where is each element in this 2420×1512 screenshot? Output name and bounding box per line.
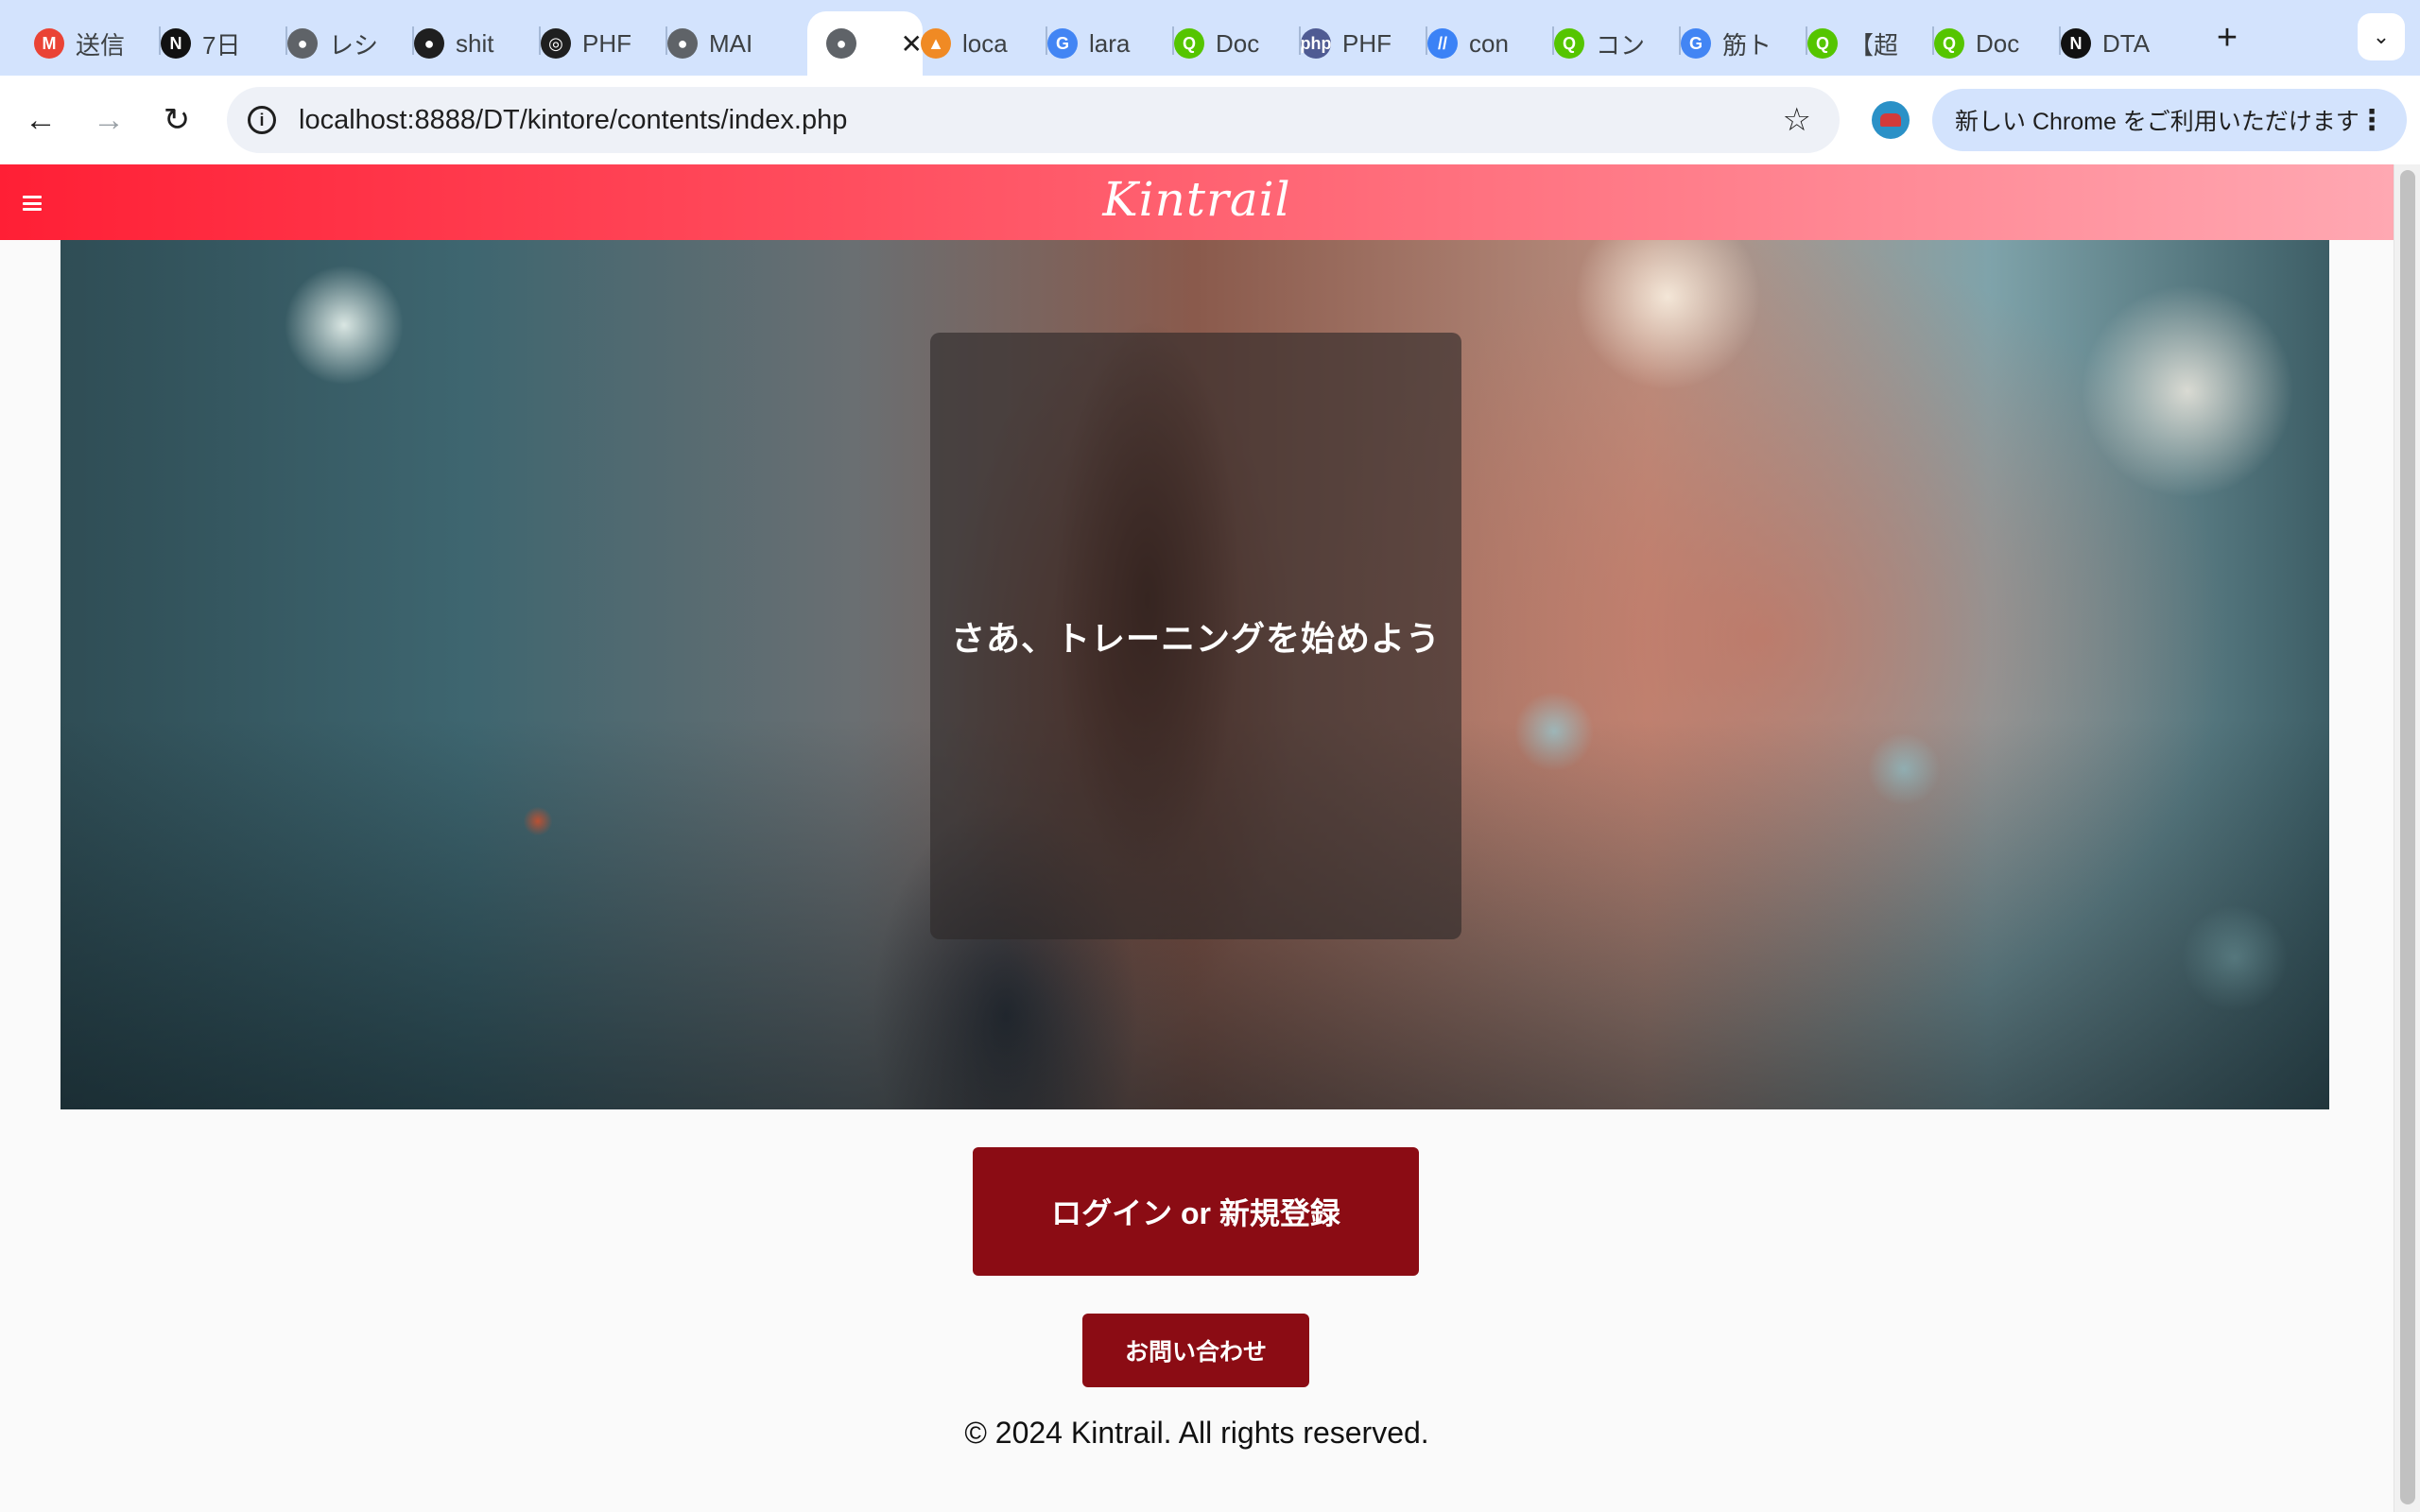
contact-button[interactable]: お問い合わせ xyxy=(1082,1314,1309,1387)
phpmyadmin-icon: ▲ xyxy=(921,28,951,59)
qiita-icon: Q xyxy=(1807,28,1838,59)
tab-title: Doc xyxy=(1216,28,1260,58)
tab-title: con xyxy=(1469,28,1509,58)
login-register-button[interactable]: ログイン or 新規登録 xyxy=(973,1147,1419,1276)
tab-title: レシ xyxy=(329,30,378,60)
qiita-icon: Q xyxy=(1934,28,1964,59)
browser-tab[interactable]: N DTA xyxy=(2042,11,2152,76)
chrome-update-button[interactable]: 新しい Chrome をご利用いただけます ⋮ xyxy=(1932,89,2407,151)
tab-title: PHF xyxy=(582,28,631,58)
profile-avatar[interactable] xyxy=(1872,101,1910,139)
google-icon: G xyxy=(1047,28,1078,59)
notion-icon: N xyxy=(2061,28,2091,59)
reload-button[interactable]: ↻ xyxy=(153,96,200,144)
back-button[interactable]: ← xyxy=(17,96,64,144)
browser-tab[interactable]: Q Doc xyxy=(1155,11,1265,76)
tab-strip: M 送信 N 7日 ● レシ ● shit ◎ PHF ● MAI ● ✕ ▲ loca Glara Q Doc ph… xyxy=(0,0,2420,76)
openai-icon: ◎ xyxy=(541,28,571,59)
google-icon: G xyxy=(1681,28,1711,59)
browser-tab[interactable]: Q 【超 xyxy=(1789,11,1898,76)
tab-title: 7日 xyxy=(202,30,241,60)
browser-tab[interactable]: ● レシ xyxy=(268,11,378,76)
browser-tab[interactable]: // con xyxy=(1409,11,1518,76)
browser-toolbar: ← → ↻ i localhost:8888/DT/kintore/conten… xyxy=(0,76,2420,164)
browser-tab[interactable]: ● shit xyxy=(395,11,505,76)
web-page: Kintrail さあ、トレーニングを始めよう ログイン or 新規登録 お問い… xyxy=(0,164,2394,1512)
qiita-icon: Q xyxy=(1554,28,1584,59)
hero-heading: さあ、トレーニングを始めよう xyxy=(950,619,1441,658)
hero-panel: さあ、トレーニングを始めよう xyxy=(930,333,1461,939)
tab-search-chevron-icon[interactable]: ⌄ xyxy=(2358,13,2405,60)
browser-tab[interactable]: Q Doc xyxy=(1915,11,2025,76)
tab-title: Doc xyxy=(1976,28,2020,58)
update-label: 新しい Chrome をご利用いただけます xyxy=(1955,109,2360,135)
bookmark-star-icon[interactable]: ☆ xyxy=(1783,101,1811,139)
site-info-icon[interactable]: i xyxy=(248,106,276,134)
scrollbar-thumb[interactable] xyxy=(2400,170,2415,1504)
tab-title: MAI xyxy=(709,28,753,58)
page-scrollbar[interactable] xyxy=(2394,164,2420,1512)
tab-title: PHF xyxy=(1342,28,1392,58)
mamp-icon: ● xyxy=(667,28,698,59)
site-header: Kintrail xyxy=(0,164,2394,240)
browser-tab[interactable]: php PHF xyxy=(1282,11,1392,76)
notion-icon: N xyxy=(161,28,191,59)
avatar-icon xyxy=(1880,113,1901,127)
tab-title: コン xyxy=(1596,30,1645,60)
tab-title: 【超 xyxy=(1849,30,1898,60)
reload-icon: ↻ xyxy=(163,102,191,138)
browser-tab[interactable]: Q コン xyxy=(1535,11,1645,76)
browser-tab[interactable]: N 7日 xyxy=(142,11,251,76)
slash-icon: // xyxy=(1427,28,1458,59)
forward-arrow-icon: → xyxy=(93,101,125,138)
tab-title: lara xyxy=(1089,28,1131,58)
back-arrow-icon: ← xyxy=(25,101,57,138)
site-logo[interactable]: Kintrail xyxy=(0,172,2394,227)
tab-title: loca xyxy=(962,28,1008,58)
tab-title: 送信 xyxy=(76,30,125,60)
mamp-icon: ● xyxy=(826,28,856,59)
browser-tab[interactable]: ▲ loca xyxy=(902,11,1011,76)
more-menu-icon[interactable]: ⋮ xyxy=(2358,104,2386,137)
php-icon: php xyxy=(1301,28,1332,59)
tab-title: shit xyxy=(456,28,494,58)
forward-button[interactable]: → xyxy=(85,96,132,144)
footer-copyright: © 2024 Kintrail. All rights reserved. xyxy=(964,1416,1429,1450)
browser-tab[interactable]: Glara xyxy=(1028,11,1138,76)
browser-tab[interactable]: ● MAI xyxy=(648,11,758,76)
hero-image: さあ、トレーニングを始めよう xyxy=(60,240,2329,1109)
new-tab-button[interactable]: + xyxy=(2208,15,2246,60)
browser-tab[interactable]: M 送信 xyxy=(15,11,125,76)
gmail-icon: M xyxy=(34,28,64,59)
address-bar[interactable]: i localhost:8888/DT/kintore/contents/ind… xyxy=(227,87,1840,153)
github-icon: ● xyxy=(414,28,444,59)
tab-title: 筋ト xyxy=(1722,30,1772,60)
browser-tab[interactable]: ◎ PHF xyxy=(522,11,631,76)
globe-icon: ● xyxy=(287,28,318,59)
url-text[interactable]: localhost:8888/DT/kintore/contents/index… xyxy=(299,105,847,136)
tab-title: DTA xyxy=(2102,28,2151,58)
qiita-icon: Q xyxy=(1174,28,1204,59)
browser-tab[interactable]: G 筋ト xyxy=(1662,11,1772,76)
